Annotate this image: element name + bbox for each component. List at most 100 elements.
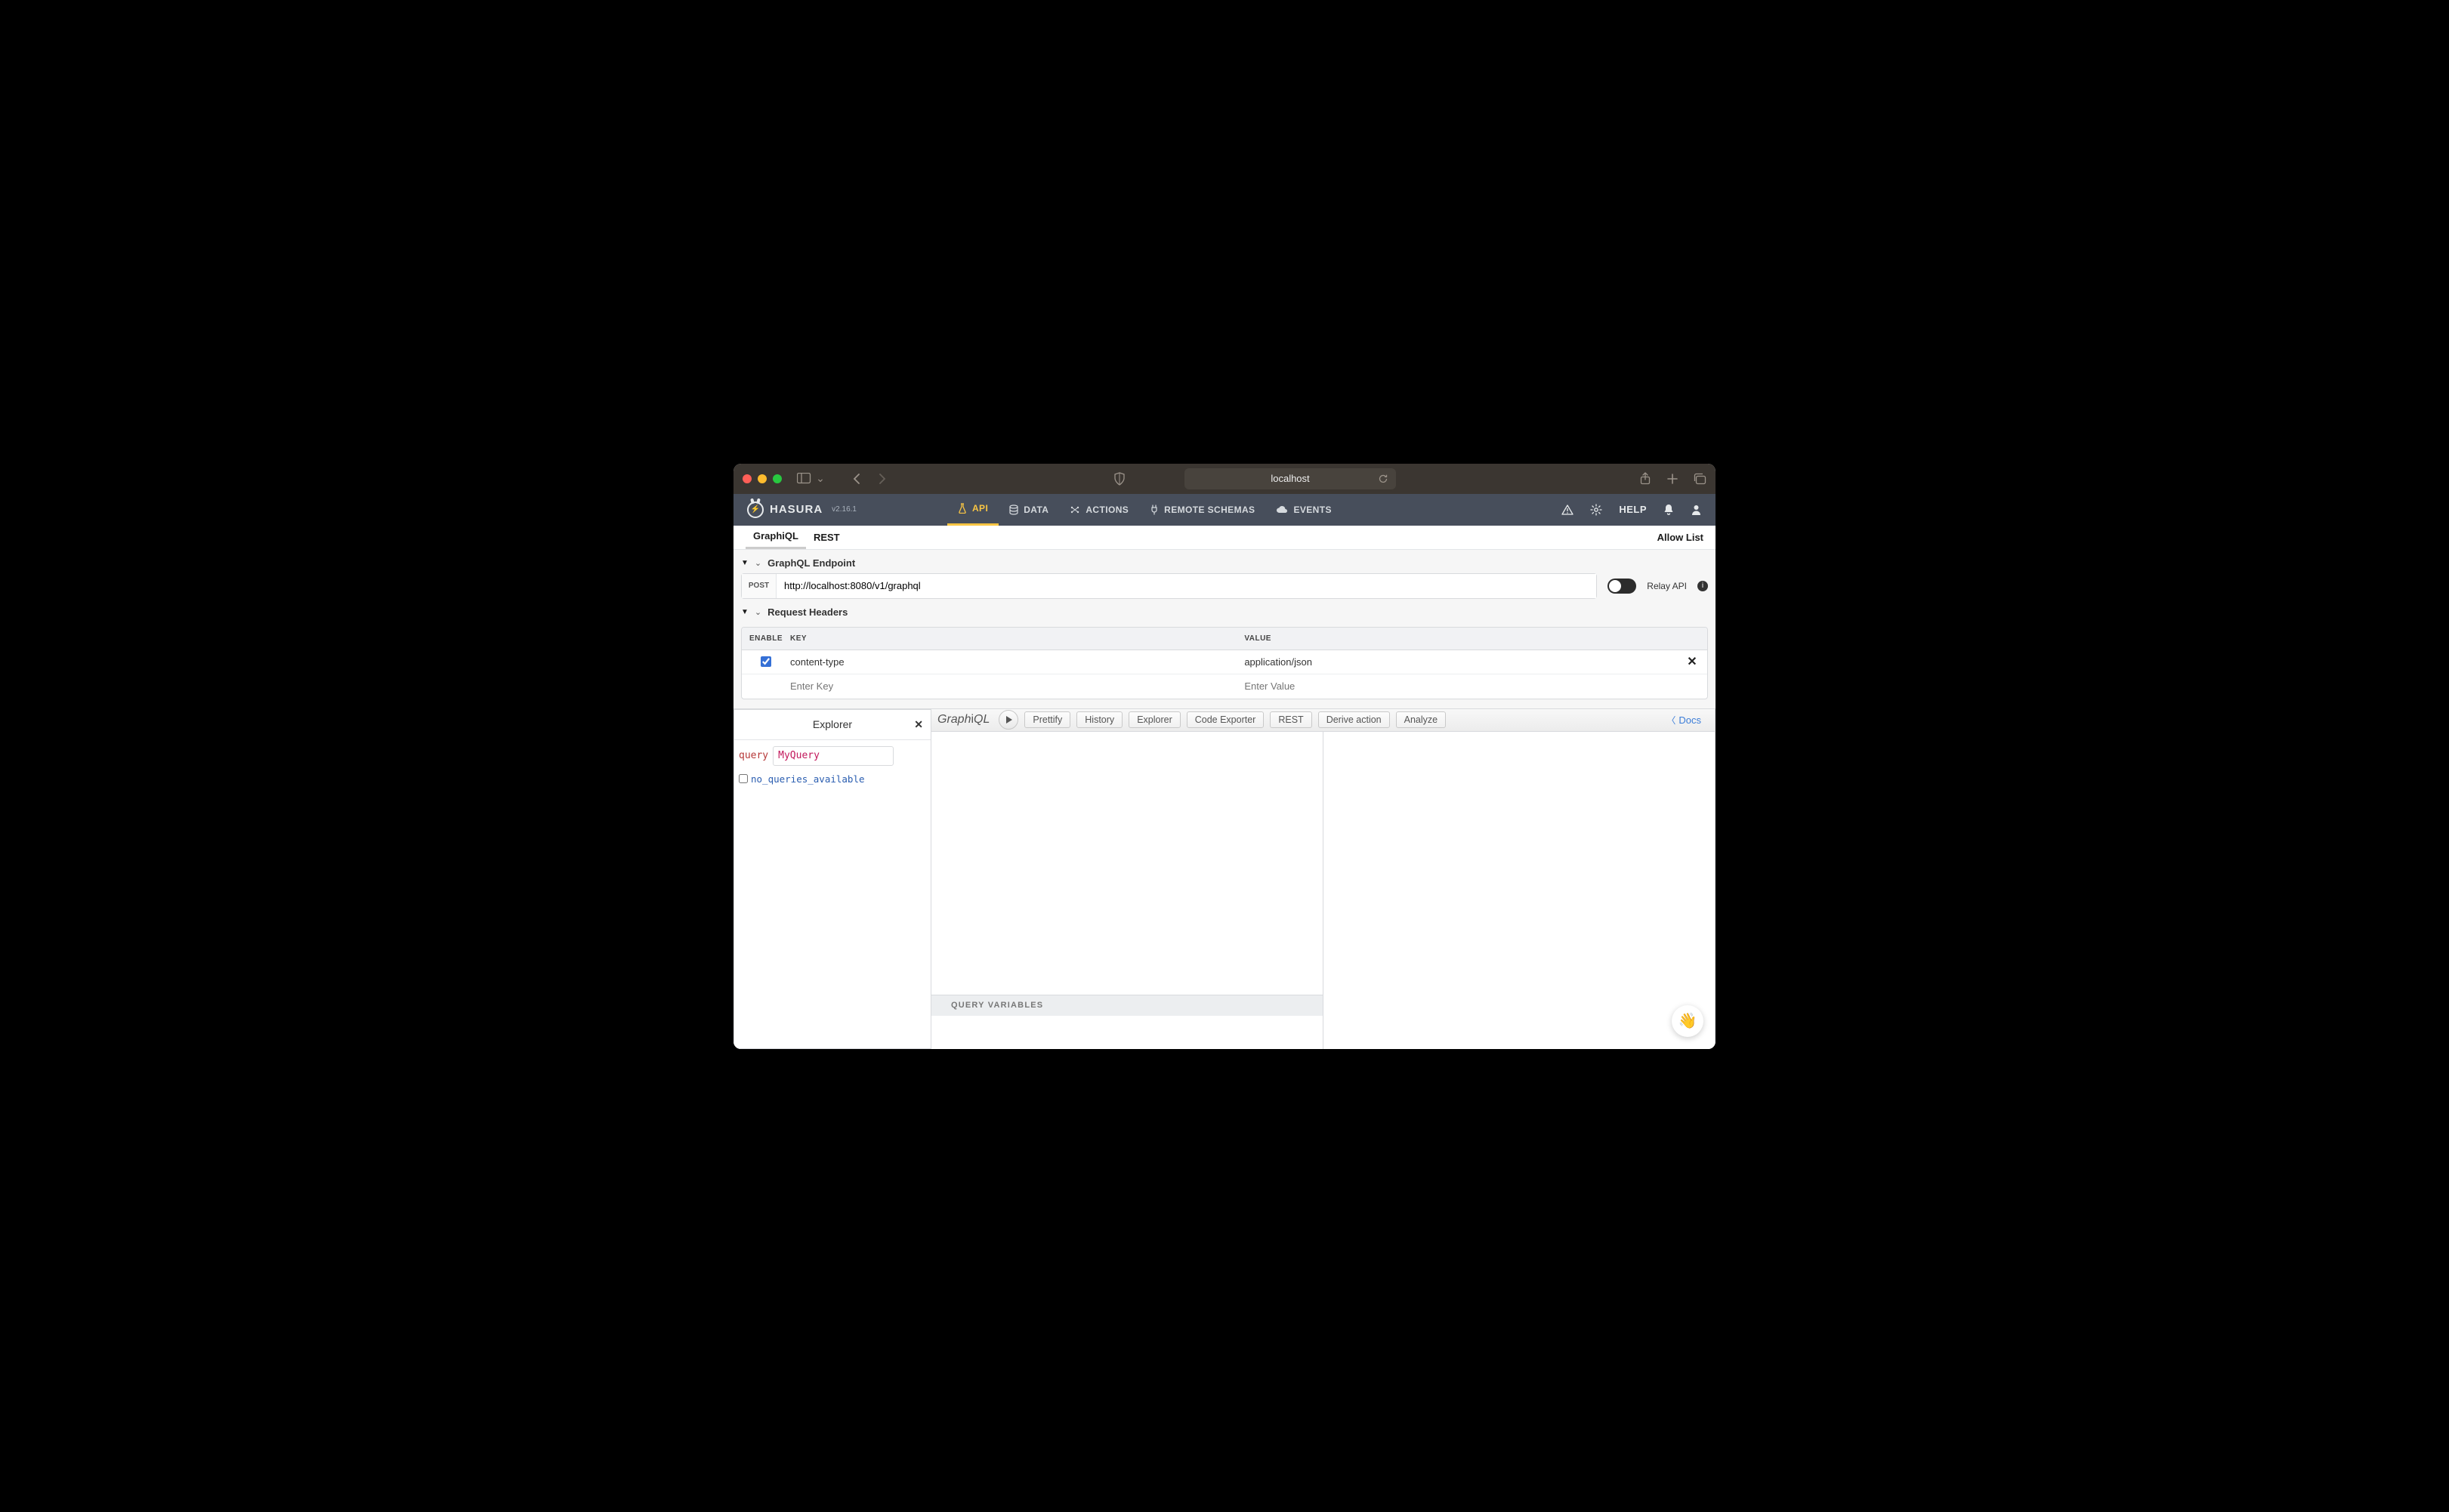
info-icon[interactable]: i [1697,581,1708,591]
window-minimize-button[interactable] [758,474,767,483]
explorer-pane: Explorer ✕ query no_queries_available [733,709,931,1049]
endpoint-section-toggle[interactable]: ▼ ⌄ GraphQL Endpoint [733,550,1716,573]
endpoint-box: POST [741,573,1597,599]
headers-table-head: ENABLE KEY VALUE [742,628,1707,650]
play-button[interactable] [999,710,1018,730]
app-top-nav: ⚡ HASURA v2.16.1 API DATA ACTION [733,494,1716,526]
query-editor[interactable] [931,732,1323,995]
actions-icon [1070,505,1080,514]
code-exporter-button[interactable]: Code Exporter [1187,711,1265,728]
reload-icon[interactable] [1378,474,1388,484]
privacy-shield-icon[interactable] [1113,472,1126,486]
nav-item-data[interactable]: DATA [999,494,1059,526]
http-method-label: POST [742,574,777,598]
header-key-input[interactable] [790,679,1221,693]
col-value: VALUE [1244,634,1677,643]
header-key-cell[interactable]: content-type [790,656,1244,668]
forward-button[interactable] [876,473,889,485]
caret-down-icon: ▼ [741,608,749,616]
derive-action-button[interactable]: Derive action [1318,711,1390,728]
endpoint-url-input[interactable] [777,574,1596,598]
query-variables-editor[interactable] [931,1016,1323,1049]
brand-text: HASURA [770,503,823,516]
hasura-logo-icon: ⚡ [747,501,764,518]
warning-icon[interactable] [1561,505,1573,515]
col-key: KEY [790,634,1244,643]
window-zoom-button[interactable] [773,474,782,483]
wave-emoji-icon: 👋 [1678,1011,1697,1030]
primary-nav: API DATA ACTIONS REMOTE SCHEMAS [947,494,1342,526]
explorer-close-button[interactable]: ✕ [914,718,923,731]
docs-toggle[interactable]: 〈 Docs [1659,714,1709,727]
brand-logo[interactable]: ⚡ HASURA v2.16.1 [747,501,857,518]
tab-graphiql[interactable]: GraphiQL [746,526,806,549]
header-delete-button[interactable]: ✕ [1677,654,1707,669]
query-name-input[interactable] [773,746,894,766]
help-fab[interactable]: 👋 [1672,1005,1703,1037]
app-body: GraphiQL REST Allow List ▼ ⌄ GraphQL End… [733,526,1716,1049]
field-name: no_queries_available [751,773,865,785]
caret-down-icon: ▼ [741,559,749,567]
header-enable-checkbox[interactable] [761,656,771,667]
headers-section-toggle[interactable]: ▼ ⌄ Request Headers [733,599,1716,622]
cloud-icon [1276,505,1288,514]
chrome-right-actions [1638,473,1706,485]
graphiql-toolbar: GraphiQL Prettify History Explorer Code … [931,709,1715,732]
main-content: ▼ ⌄ GraphQL Endpoint POST Relay API i ▼ … [733,550,1716,1049]
query-keyword: query [739,750,768,761]
browser-window: ⌄ localhost [733,464,1716,1049]
url-bar[interactable]: localhost [1184,468,1397,489]
rest-button[interactable]: REST [1270,711,1311,728]
header-row: content-type application/json ✕ [742,650,1707,674]
explorer-title: Explorer [813,718,852,730]
analyze-button[interactable]: Analyze [1396,711,1446,728]
help-link[interactable]: HELP [1619,504,1647,515]
chevron-down-icon: ⌄ [814,473,827,485]
history-button[interactable]: History [1076,711,1123,728]
sub-tabs: GraphiQL REST Allow List [733,526,1716,550]
header-row-new [742,674,1707,699]
graphiql-container: Explorer ✕ query no_queries_available [733,708,1716,1049]
play-icon [1006,716,1012,724]
explorer-field-row[interactable]: no_queries_available [739,773,926,785]
col-enable: ENABLE [742,634,790,643]
header-value-cell[interactable]: application/json [1244,656,1677,668]
new-tab-icon[interactable] [1666,473,1679,485]
field-checkbox[interactable] [739,774,748,783]
traffic-lights [743,474,782,483]
user-icon[interactable] [1691,504,1702,516]
url-text: localhost [1271,473,1309,484]
relay-api-toggle[interactable] [1607,579,1636,594]
header-value-input[interactable] [1244,679,1655,693]
gear-icon[interactable] [1590,504,1602,516]
query-variables-toggle[interactable]: QUERY VARIABLES [931,995,1323,1016]
nav-right: HELP [1561,504,1702,516]
tab-overview-icon[interactable] [1693,473,1706,485]
nav-item-actions[interactable]: ACTIONS [1059,494,1139,526]
window-close-button[interactable] [743,474,752,483]
plug-icon [1150,505,1159,515]
explorer-button[interactable]: Explorer [1129,711,1181,728]
chevron-left-icon: 〈 [1666,714,1675,727]
editor-pane: GraphiQL Prettify History Explorer Code … [931,709,1716,1049]
chevron-down-icon: ⌄ [755,558,761,568]
browser-chrome: ⌄ localhost [733,464,1716,494]
result-pane [1323,732,1715,1049]
nav-item-events[interactable]: EVENTS [1265,494,1342,526]
headers-section-title: Request Headers [767,606,848,618]
sidebar-toggle-button[interactable]: ⌄ [797,473,827,485]
query-editor-column: QUERY VARIABLES [931,732,1323,1049]
nav-item-api[interactable]: API [947,494,999,526]
share-icon[interactable] [1638,473,1652,485]
prettify-button[interactable]: Prettify [1024,711,1070,728]
headers-table: ENABLE KEY VALUE content-type applicatio… [741,627,1708,699]
bell-icon[interactable] [1663,504,1674,516]
relay-api-label: Relay API [1647,581,1687,591]
tab-rest[interactable]: REST [806,526,848,549]
flask-icon [958,503,967,514]
version-label: v2.16.1 [832,505,857,514]
allow-list-link[interactable]: Allow List [1657,532,1703,543]
back-button[interactable] [850,473,863,485]
nav-item-remote-schemas[interactable]: REMOTE SCHEMAS [1139,494,1265,526]
nav-arrows [850,473,889,485]
